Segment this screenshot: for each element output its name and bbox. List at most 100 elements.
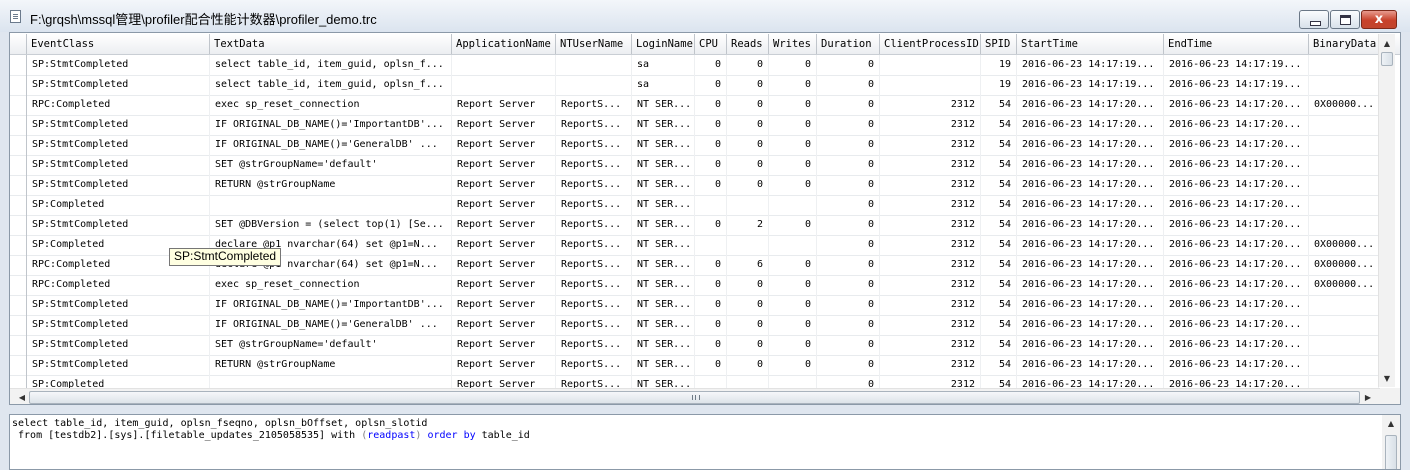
cell-start-time[interactable]: 2016-06-23 14:17:19... [1017,75,1164,95]
cell-writes[interactable] [769,195,817,215]
table-row[interactable]: RPC:Completed exec sp_reset_connection Rep… [10,275,1380,296]
cell-cpu[interactable]: 0 [695,255,727,275]
cell-event-class[interactable]: RPC:Completed [27,275,210,295]
cell-text-data[interactable]: RETURN @strGroupName [210,355,452,375]
cell-end-time[interactable]: 2016-06-23 14:17:19... [1164,75,1309,95]
cell-cpu[interactable]: 0 [695,55,727,75]
cell-binary-data[interactable] [1309,355,1379,375]
cell-application-name[interactable]: Report Server [452,175,556,195]
cell-duration[interactable]: 0 [817,155,880,175]
cell-client-process-id[interactable]: 2312 [880,335,981,355]
cell-application-name[interactable]: Report Server [452,195,556,215]
cell-application-name[interactable] [452,55,556,75]
cell-login-name[interactable]: NT SER... [632,115,695,135]
cell-reads[interactable]: 6 [727,255,769,275]
cell-client-process-id[interactable]: 2312 [880,295,981,315]
cell-reads[interactable]: 0 [727,355,769,375]
cell-nt-user-name[interactable]: ReportS... [556,95,632,115]
cell-binary-data[interactable] [1309,55,1379,75]
cell-application-name[interactable]: Report Server [452,155,556,175]
row-selector[interactable] [10,335,27,355]
cell-duration[interactable]: 0 [817,135,880,155]
cell-application-name[interactable]: Report Server [452,255,556,275]
cell-application-name[interactable]: Report Server [452,315,556,335]
cell-login-name[interactable]: NT SER... [632,355,695,375]
cell-nt-user-name[interactable] [556,75,632,95]
cell-reads[interactable]: 0 [727,55,769,75]
cell-event-class[interactable]: SP:StmtCompleted [27,55,210,75]
row-selector[interactable] [10,75,27,95]
cell-event-class[interactable]: SP:Completed [27,195,210,215]
cell-login-name[interactable]: NT SER... [632,175,695,195]
cell-start-time[interactable]: 2016-06-23 14:17:20... [1017,255,1164,275]
cell-application-name[interactable] [452,75,556,95]
table-row[interactable]: SP:StmtCompleted select table_id, item_gu… [10,55,1380,76]
cell-end-time[interactable]: 2016-06-23 14:17:20... [1164,215,1309,235]
scroll-up-icon[interactable]: ▲ [1379,36,1395,52]
cell-event-class[interactable]: SP:StmtCompleted [27,215,210,235]
table-row[interactable]: SP:StmtCompleted IF ORIGINAL_DB_NAME()='G… [10,135,1380,156]
cell-binary-data[interactable] [1309,75,1379,95]
cell-spid[interactable]: 54 [981,295,1017,315]
cell-end-time[interactable]: 2016-06-23 14:17:20... [1164,115,1309,135]
cell-application-name[interactable]: Report Server [452,275,556,295]
cell-event-class[interactable]: RPC:Completed [27,95,210,115]
cell-spid[interactable]: 19 [981,75,1017,95]
cell-nt-user-name[interactable]: ReportS... [556,155,632,175]
cell-text-data[interactable]: SET @strGroupName='default' [210,335,452,355]
horizontal-scroll-thumb[interactable] [29,391,1360,404]
cell-login-name[interactable]: NT SER... [632,155,695,175]
column-header-duration[interactable]: Duration [817,34,880,54]
cell-binary-data[interactable]: 0X00000... [1309,255,1379,275]
table-row[interactable]: SP:StmtCompleted select table_id, item_gu… [10,75,1380,96]
cell-text-data[interactable]: IF ORIGINAL_DB_NAME()='GeneralDB' ... [210,315,452,335]
cell-client-process-id[interactable] [880,75,981,95]
cell-spid[interactable]: 54 [981,355,1017,375]
cell-nt-user-name[interactable]: ReportS... [556,215,632,235]
cell-cpu[interactable]: 0 [695,175,727,195]
cell-login-name[interactable]: NT SER... [632,335,695,355]
cell-binary-data[interactable] [1309,155,1379,175]
table-row[interactable]: SP:StmtCompleted SET @strGroupName='defau… [10,335,1380,356]
cell-text-data[interactable]: IF ORIGINAL_DB_NAME()='ImportantDB'... [210,295,452,315]
table-row[interactable]: SP:StmtCompleted RETURN @strGroupName Repo… [10,355,1380,376]
cell-application-name[interactable]: Report Server [452,115,556,135]
cell-client-process-id[interactable]: 2312 [880,275,981,295]
row-selector[interactable] [10,295,27,315]
cell-start-time[interactable]: 2016-06-23 14:17:20... [1017,295,1164,315]
cell-start-time[interactable]: 2016-06-23 14:17:20... [1017,235,1164,255]
cell-spid[interactable]: 54 [981,315,1017,335]
cell-reads[interactable]: 0 [727,275,769,295]
cell-event-class[interactable]: SP:StmtCompleted [27,135,210,155]
cell-spid[interactable]: 54 [981,155,1017,175]
cell-end-time[interactable]: 2016-06-23 14:17:20... [1164,175,1309,195]
cell-text-data[interactable]: select table_id, item_guid, oplsn_f... [210,75,452,95]
cell-client-process-id[interactable]: 2312 [880,135,981,155]
trace-grid[interactable]: EventClass TextData ApplicationName NTUserN… [9,32,1401,405]
cell-nt-user-name[interactable]: ReportS... [556,195,632,215]
column-header-application-name[interactable]: ApplicationName [452,34,556,54]
table-row[interactable]: SP:StmtCompleted SET @DBVersion = (select… [10,215,1380,236]
column-header-writes[interactable]: Writes [769,34,817,54]
cell-nt-user-name[interactable]: ReportS... [556,275,632,295]
cell-writes[interactable]: 0 [769,295,817,315]
cell-spid[interactable]: 54 [981,175,1017,195]
column-header-login-name[interactable]: LoginName [632,34,695,54]
cell-end-time[interactable]: 2016-06-23 14:17:20... [1164,275,1309,295]
title-bar[interactable]: F:\grqsh\mssql管理\profiler配合性能计数器\profile… [0,0,1410,32]
cell-reads[interactable]: 0 [727,95,769,115]
cell-end-time[interactable]: 2016-06-23 14:17:20... [1164,255,1309,275]
cell-reads[interactable]: 0 [727,155,769,175]
cell-event-class[interactable]: SP:StmtCompleted [27,295,210,315]
cell-end-time[interactable]: 2016-06-23 14:17:20... [1164,335,1309,355]
cell-binary-data[interactable] [1309,115,1379,135]
cell-cpu[interactable]: 0 [695,95,727,115]
cell-spid[interactable]: 54 [981,215,1017,235]
cell-duration[interactable]: 0 [817,95,880,115]
column-header-event-class[interactable]: EventClass [27,34,210,54]
cell-start-time[interactable]: 2016-06-23 14:17:19... [1017,55,1164,75]
row-selector[interactable] [10,355,27,375]
cell-writes[interactable]: 0 [769,155,817,175]
cell-start-time[interactable]: 2016-06-23 14:17:20... [1017,355,1164,375]
cell-nt-user-name[interactable]: ReportS... [556,115,632,135]
